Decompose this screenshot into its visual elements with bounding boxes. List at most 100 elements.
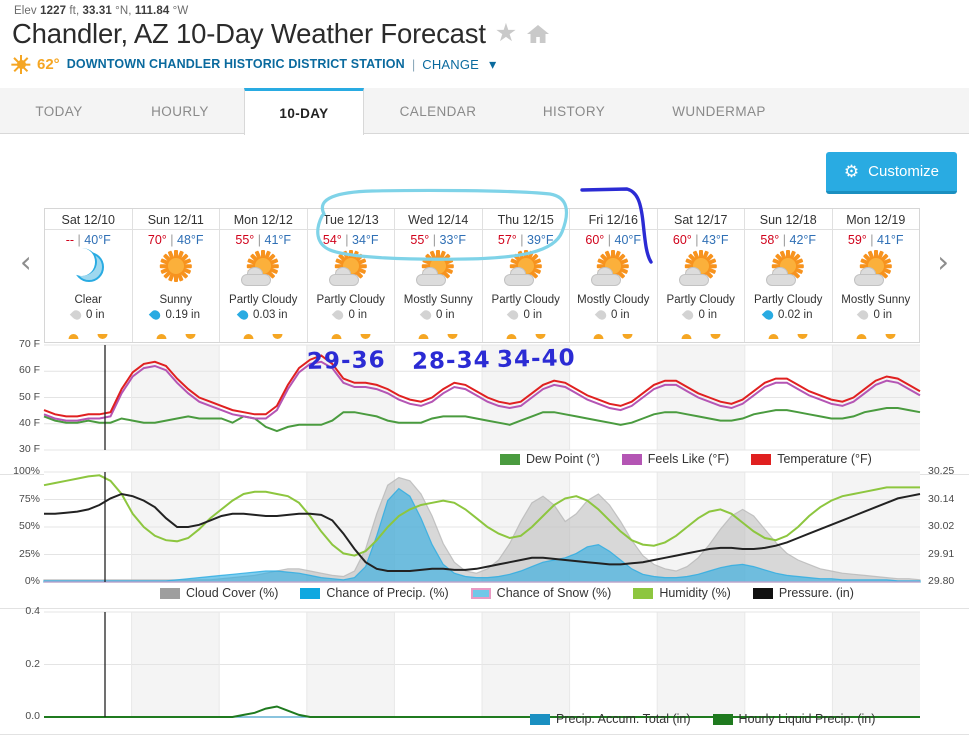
change-station-link[interactable]: CHANGE bbox=[422, 57, 479, 72]
forecast-day-card[interactable]: Sat 12/17 60° | 43°F Partly Cloudy 0 in bbox=[657, 209, 745, 342]
forecast-day-strip: Sat 12/10 -- | 40°F Clear 0 in Sun 12/11… bbox=[44, 208, 920, 343]
legend-item[interactable]: Dew Point (°) bbox=[500, 452, 600, 466]
forecast-day-card[interactable]: Fri 12/16 60° | 40°F Mostly Cloudy 0 in bbox=[570, 209, 658, 342]
legend-item[interactable]: Hourly Liquid Precip. (in) bbox=[712, 712, 875, 726]
legend-label: Precip. Accum. Total (in) bbox=[556, 712, 691, 726]
sunset-icon bbox=[97, 334, 108, 339]
station-link[interactable]: DOWNTOWN CHANDLER HISTORIC DISTRICT STAT… bbox=[67, 57, 405, 71]
forecast-day-card[interactable]: Thu 12/15 57° | 39°F Partly Cloudy 0 in bbox=[482, 209, 570, 342]
next-days-arrow[interactable]: › bbox=[937, 248, 949, 277]
tab-hourly[interactable]: HOURLY bbox=[128, 88, 232, 134]
handwritten-note: 34-40 bbox=[496, 345, 576, 373]
chart-legend: Dew Point (°) Feels Like (°F) Temperature … bbox=[500, 452, 872, 466]
low-temp: 34°F bbox=[352, 233, 379, 247]
cloud-icon bbox=[328, 267, 363, 286]
precip-value: 0 in bbox=[523, 309, 543, 321]
day-label: Mon 12/12 bbox=[233, 213, 293, 227]
tab-history[interactable]: HISTORY bbox=[520, 88, 628, 134]
customize-button[interactable]: ⚙ Customize bbox=[825, 152, 957, 194]
raindrop-icon bbox=[764, 309, 773, 321]
forecast-day-card[interactable]: Sat 12/10 -- | 40°F Clear 0 in bbox=[45, 209, 133, 342]
moon-icon bbox=[67, 248, 105, 282]
forecast-day-card[interactable]: Sun 12/11 70° | 48°F Sunny 0.19 in bbox=[132, 209, 220, 342]
high-temp: 70° bbox=[147, 233, 167, 247]
day-temperatures: 60° | 40°F bbox=[585, 233, 641, 247]
high-temp: 55° bbox=[410, 233, 430, 247]
cloud-icon bbox=[678, 267, 713, 286]
temp-separator: | bbox=[695, 233, 699, 247]
temp-separator: | bbox=[870, 233, 874, 247]
tab-label: HISTORY bbox=[542, 103, 606, 119]
day-temperatures: 60° | 43°F bbox=[673, 233, 729, 247]
raindrop-icon bbox=[684, 309, 693, 321]
raindrop-icon bbox=[509, 309, 518, 321]
forecast-day-card[interactable]: Sun 12/18 58° | 42°F Partly Cloudy 0.02 … bbox=[745, 209, 833, 342]
sunrise-icon bbox=[243, 334, 254, 339]
tab-label: TODAY bbox=[35, 103, 83, 119]
y-axis-tick-label: 75% bbox=[18, 492, 40, 505]
divider bbox=[657, 229, 744, 230]
raindrop-icon bbox=[422, 309, 431, 321]
y-axis-tick-label: 100% bbox=[13, 465, 40, 477]
forecast-day-card[interactable]: Mon 12/19 59° | 41°F Mostly Sunny 0 in bbox=[832, 209, 919, 342]
legend-label: Temperature (°F) bbox=[777, 452, 872, 466]
legend-swatch bbox=[300, 587, 321, 599]
legend-swatch bbox=[530, 713, 550, 725]
forecast-day-card[interactable]: Mon 12/12 55° | 41°F Partly Cloudy 0.03 … bbox=[220, 209, 308, 342]
longitude-unit: °W bbox=[172, 5, 189, 17]
legend-item[interactable]: Chance of Snow (%) bbox=[470, 586, 612, 600]
elev-prefix: Elev bbox=[14, 5, 37, 17]
day-temperatures: 55° | 33°F bbox=[410, 233, 466, 247]
gear-icon: ⚙ bbox=[843, 162, 860, 181]
divider bbox=[0, 608, 969, 609]
precip-value: 0.02 in bbox=[777, 309, 813, 321]
title-row: Chandler, AZ 10-Day Weather Forecast ★ bbox=[12, 20, 550, 48]
sun-icon bbox=[11, 54, 31, 74]
legend-item[interactable]: Humidity (%) bbox=[633, 586, 731, 600]
legend-item[interactable]: Temperature (°F) bbox=[751, 452, 872, 466]
star-icon[interactable]: ★ bbox=[495, 21, 517, 46]
sun-times-row bbox=[308, 333, 395, 340]
tab-10-day[interactable]: 10-DAY bbox=[244, 88, 364, 135]
divider bbox=[395, 229, 482, 230]
legend-item[interactable]: Chance of Precip. (%) bbox=[300, 586, 449, 600]
divider bbox=[832, 229, 919, 230]
day-label: Sat 12/17 bbox=[673, 213, 728, 227]
forecast-day-card[interactable]: Wed 12/14 55° | 33°F Mostly Sunny 0 in bbox=[395, 209, 483, 342]
cloud-icon bbox=[591, 267, 625, 286]
legend-label: Humidity (%) bbox=[659, 586, 731, 600]
sun-times-row bbox=[395, 333, 482, 340]
legend-label: Chance of Snow (%) bbox=[496, 586, 612, 600]
legend-item[interactable]: Precip. Accum. Total (in) bbox=[530, 712, 691, 726]
raindrop-icon bbox=[597, 309, 606, 321]
precip-value: 0 in bbox=[610, 309, 630, 321]
tab-today[interactable]: TODAY bbox=[14, 88, 104, 134]
tab-label: HOURLY bbox=[151, 103, 209, 119]
high-temp: 60° bbox=[585, 233, 605, 247]
day-label: Sun 12/11 bbox=[147, 213, 204, 227]
home-icon[interactable] bbox=[526, 23, 550, 45]
legend-item[interactable]: Feels Like (°F) bbox=[621, 452, 729, 466]
sun-times-row bbox=[745, 333, 832, 340]
day-label: Sun 12/18 bbox=[759, 213, 817, 227]
raindrop-icon bbox=[72, 309, 81, 321]
precipitation-amount: 0.02 in bbox=[764, 309, 813, 321]
y-axis-tick-label: 25% bbox=[18, 547, 40, 560]
legend-swatch bbox=[751, 453, 772, 465]
prev-days-arrow[interactable]: ‹ bbox=[20, 248, 32, 277]
legend-swatch bbox=[470, 587, 491, 599]
tab-calendar[interactable]: CALENDAR bbox=[380, 88, 496, 134]
temp-separator: | bbox=[432, 233, 437, 247]
sun-times-row bbox=[483, 333, 570, 340]
divider bbox=[45, 229, 132, 230]
precip-value: 0 in bbox=[348, 309, 368, 321]
sun-icon bbox=[159, 250, 192, 282]
forecast-day-card[interactable]: Tue 12/13 54° | 34°F Partly Cloudy 0 in bbox=[307, 209, 395, 342]
legend-item[interactable]: Pressure. (in) bbox=[752, 586, 854, 600]
day-temperatures: 58° | 42°F bbox=[760, 233, 816, 247]
condition-label: Partly Cloudy bbox=[491, 294, 560, 306]
tab-wundermap[interactable]: WUNDERMAP bbox=[648, 88, 790, 134]
y-axis-tick-label: 50% bbox=[18, 520, 40, 532]
legend-item[interactable]: Cloud Cover (%) bbox=[160, 586, 278, 600]
chevron-down-icon[interactable]: ▾ bbox=[489, 56, 496, 73]
